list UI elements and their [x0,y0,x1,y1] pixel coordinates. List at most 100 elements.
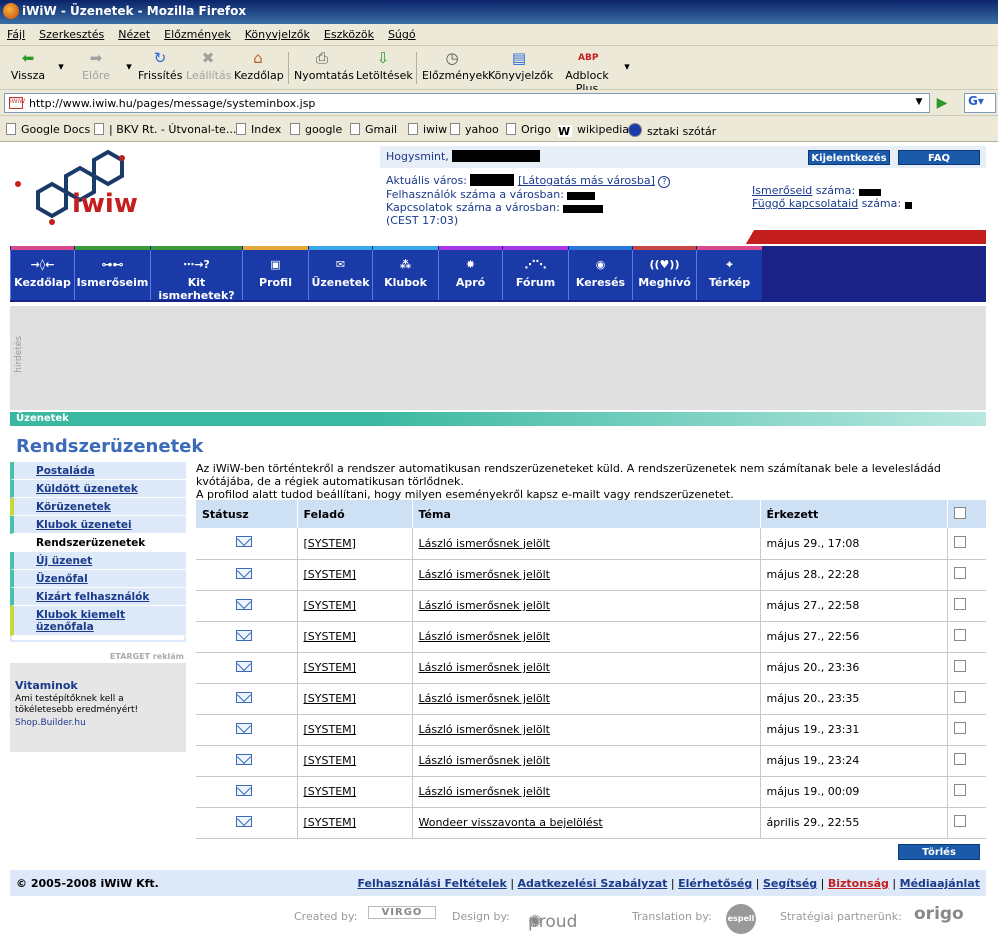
menu-item[interactable]: Könyvjelzők [238,24,317,41]
subject-link[interactable]: Wondeer visszavonta a bejelölést [419,816,603,829]
subject-link[interactable]: László ismerősnek jelölt [419,661,551,674]
url-history-dropdown[interactable]: ▼ [912,94,926,110]
nav-item-8[interactable]: ◉ Keresés [568,246,632,300]
go-button[interactable]: ▶ [932,94,952,112]
home-button[interactable]: ⌂ Kezdőlap [234,50,284,82]
ad-link[interactable]: Shop.Builder.hu [10,716,186,728]
adblock-plus-button[interactable]: ABP Adblock Plus [556,50,618,95]
sidebar-item[interactable]: Körüzenetek [10,498,186,516]
row-checkbox[interactable] [953,660,966,672]
back-history-dropdown[interactable]: ▾ [56,60,66,73]
espell-logo[interactable]: espell [726,904,756,934]
search-engine-box[interactable]: G▾ [964,93,996,113]
sender-link[interactable]: [SYSTEM] [304,630,356,643]
sidebar-item[interactable]: Klubok üzenetei [10,516,186,534]
nav-item-9[interactable]: ((♥)) Meghívó [632,246,696,300]
friends-link[interactable]: Ismerőseid [752,184,812,197]
sender-link[interactable]: [SYSTEM] [304,816,356,829]
footer-link[interactable]: Médiaajánlat [900,877,980,890]
sender-link[interactable]: [SYSTEM] [304,754,356,767]
row-checkbox[interactable] [953,722,966,734]
nav-item-2[interactable]: ⋯→? Kit ismerhetek? [150,246,242,302]
virgo-logo[interactable]: VIRGO [368,906,436,919]
nav-item-1[interactable]: ⊶⊷ Ismerőseim [74,246,150,300]
sender-link[interactable]: [SYSTEM] [304,785,356,798]
reload-button[interactable]: ↻ Frissítés [138,50,182,82]
sidebar-item[interactable]: Új üzenet [10,552,186,570]
sender-link[interactable]: [SYSTEM] [304,537,356,550]
menu-item[interactable]: Eszközök [317,24,381,41]
nav-item-7[interactable]: ⋰⋱ Fórum [502,246,568,300]
menu-item[interactable]: Fájl [0,24,32,41]
sender-link[interactable]: [SYSTEM] [304,723,356,736]
subject-link[interactable]: László ismerősnek jelölt [419,754,551,767]
subject-link[interactable]: László ismerősnek jelölt [419,630,551,643]
nav-item-5[interactable]: ⁂ Klubok [372,246,438,300]
row-checkbox[interactable] [953,784,966,796]
subject-link[interactable]: László ismerősnek jelölt [419,692,551,705]
footer-link[interactable]: Elérhetőség [678,877,752,890]
bookmarks-button[interactable]: ▤ Könyvjelzők [488,50,553,82]
print-button[interactable]: ⎙ Nyomtatás [294,50,354,82]
footer-link[interactable]: Adatkezelési Szabályzat [518,877,668,890]
menu-item[interactable]: Előzmények [157,24,238,41]
subject-link[interactable]: László ismerősnek jelölt [419,785,551,798]
subject-link[interactable]: László ismerősnek jelölt [419,568,551,581]
bookmark-item[interactable]: yahoo [450,123,499,136]
menu-item[interactable]: Súgó [381,24,423,41]
sidebar-item[interactable]: Küldött üzenetek [10,480,186,498]
origo-logo[interactable]: origo [914,904,964,924]
sidebar-item[interactable]: Postaláda [10,462,186,480]
bookmark-item[interactable]: sztaki szótár [628,123,716,138]
back-button[interactable]: ⬅ Vissza [8,50,48,82]
sender-link[interactable]: [SYSTEM] [304,661,356,674]
sender-link[interactable]: [SYSTEM] [304,568,356,581]
row-checkbox[interactable] [953,598,966,610]
row-checkbox[interactable] [953,691,966,703]
sender-link[interactable]: [SYSTEM] [304,599,356,612]
forward-button[interactable]: ➡ Előre [78,50,114,82]
subject-link[interactable]: László ismerősnek jelölt [419,599,551,612]
sponsored-ad[interactable]: ETARGET reklám Vitaminok Ami testépítőkn… [10,652,186,752]
select-all-checkbox[interactable] [953,506,966,519]
forward-history-dropdown[interactable]: ▾ [124,60,134,73]
nav-item-3[interactable]: ▣ Profil [242,246,308,300]
menu-item[interactable]: Szerkesztés [32,24,111,41]
sidebar-item[interactable]: Kizárt felhasználók [10,588,186,606]
footer-link[interactable]: Biztonság [828,877,889,890]
row-checkbox[interactable] [953,629,966,641]
ad-title[interactable]: Vitaminok [10,663,186,692]
row-checkbox[interactable] [953,815,966,827]
bookmark-item[interactable]: google [290,123,342,136]
bookmark-item[interactable]: Origo [506,123,551,136]
bookmark-item[interactable]: Gmail [350,123,397,136]
sidebar-item[interactable]: Üzenőfal [10,570,186,588]
pending-connections-link[interactable]: Függő kapcsolataid [752,197,858,210]
footer-link[interactable]: Felhasználási Feltételek [357,877,506,890]
subject-link[interactable]: László ismerősnek jelölt [419,723,551,736]
logout-button[interactable]: Kijelentkezés [808,150,890,165]
faq-button[interactable]: FAQ [898,150,980,165]
iwiw-logo[interactable]: iwiw [10,150,170,240]
address-input[interactable]: iWiW http://www.iwiw.hu/pages/message/sy… [4,93,930,113]
history-button[interactable]: ◷ Előzmények [422,50,489,82]
bookmark-item[interactable]: iwiw [408,123,447,136]
nav-item-6[interactable]: ✸ Apró [438,246,502,300]
nav-item-0[interactable]: →◊← Kezdőlap [10,246,74,300]
nav-item-10[interactable]: ⌖ Térkép [696,246,762,300]
visit-other-city-link[interactable]: [Látogatás más városba] [518,174,655,187]
row-checkbox[interactable] [953,535,966,548]
sidebar-item[interactable]: Rendszerüzenetek [10,534,186,552]
bookmark-item[interactable]: Google Docs [6,123,90,136]
row-checkbox[interactable] [953,753,966,765]
delete-button[interactable]: Törlés [898,844,980,860]
adblock-dropdown[interactable]: ▾ [622,60,632,73]
bookmark-item[interactable]: Index [236,123,281,136]
bookmark-item[interactable]: | BKV Rt. - Útvonal-te... [94,123,236,136]
menu-item[interactable]: Nézet [111,24,157,41]
nav-item-4[interactable]: ✉ Üzenetek [308,246,372,300]
sidebar-item[interactable]: Klubok kiemelt üzenőfala [10,606,186,636]
downloads-button[interactable]: ⇩ Letöltések [356,50,413,82]
bookmark-item[interactable]: Wwikipedia [558,123,629,138]
subject-link[interactable]: László ismerősnek jelölt [419,537,551,550]
